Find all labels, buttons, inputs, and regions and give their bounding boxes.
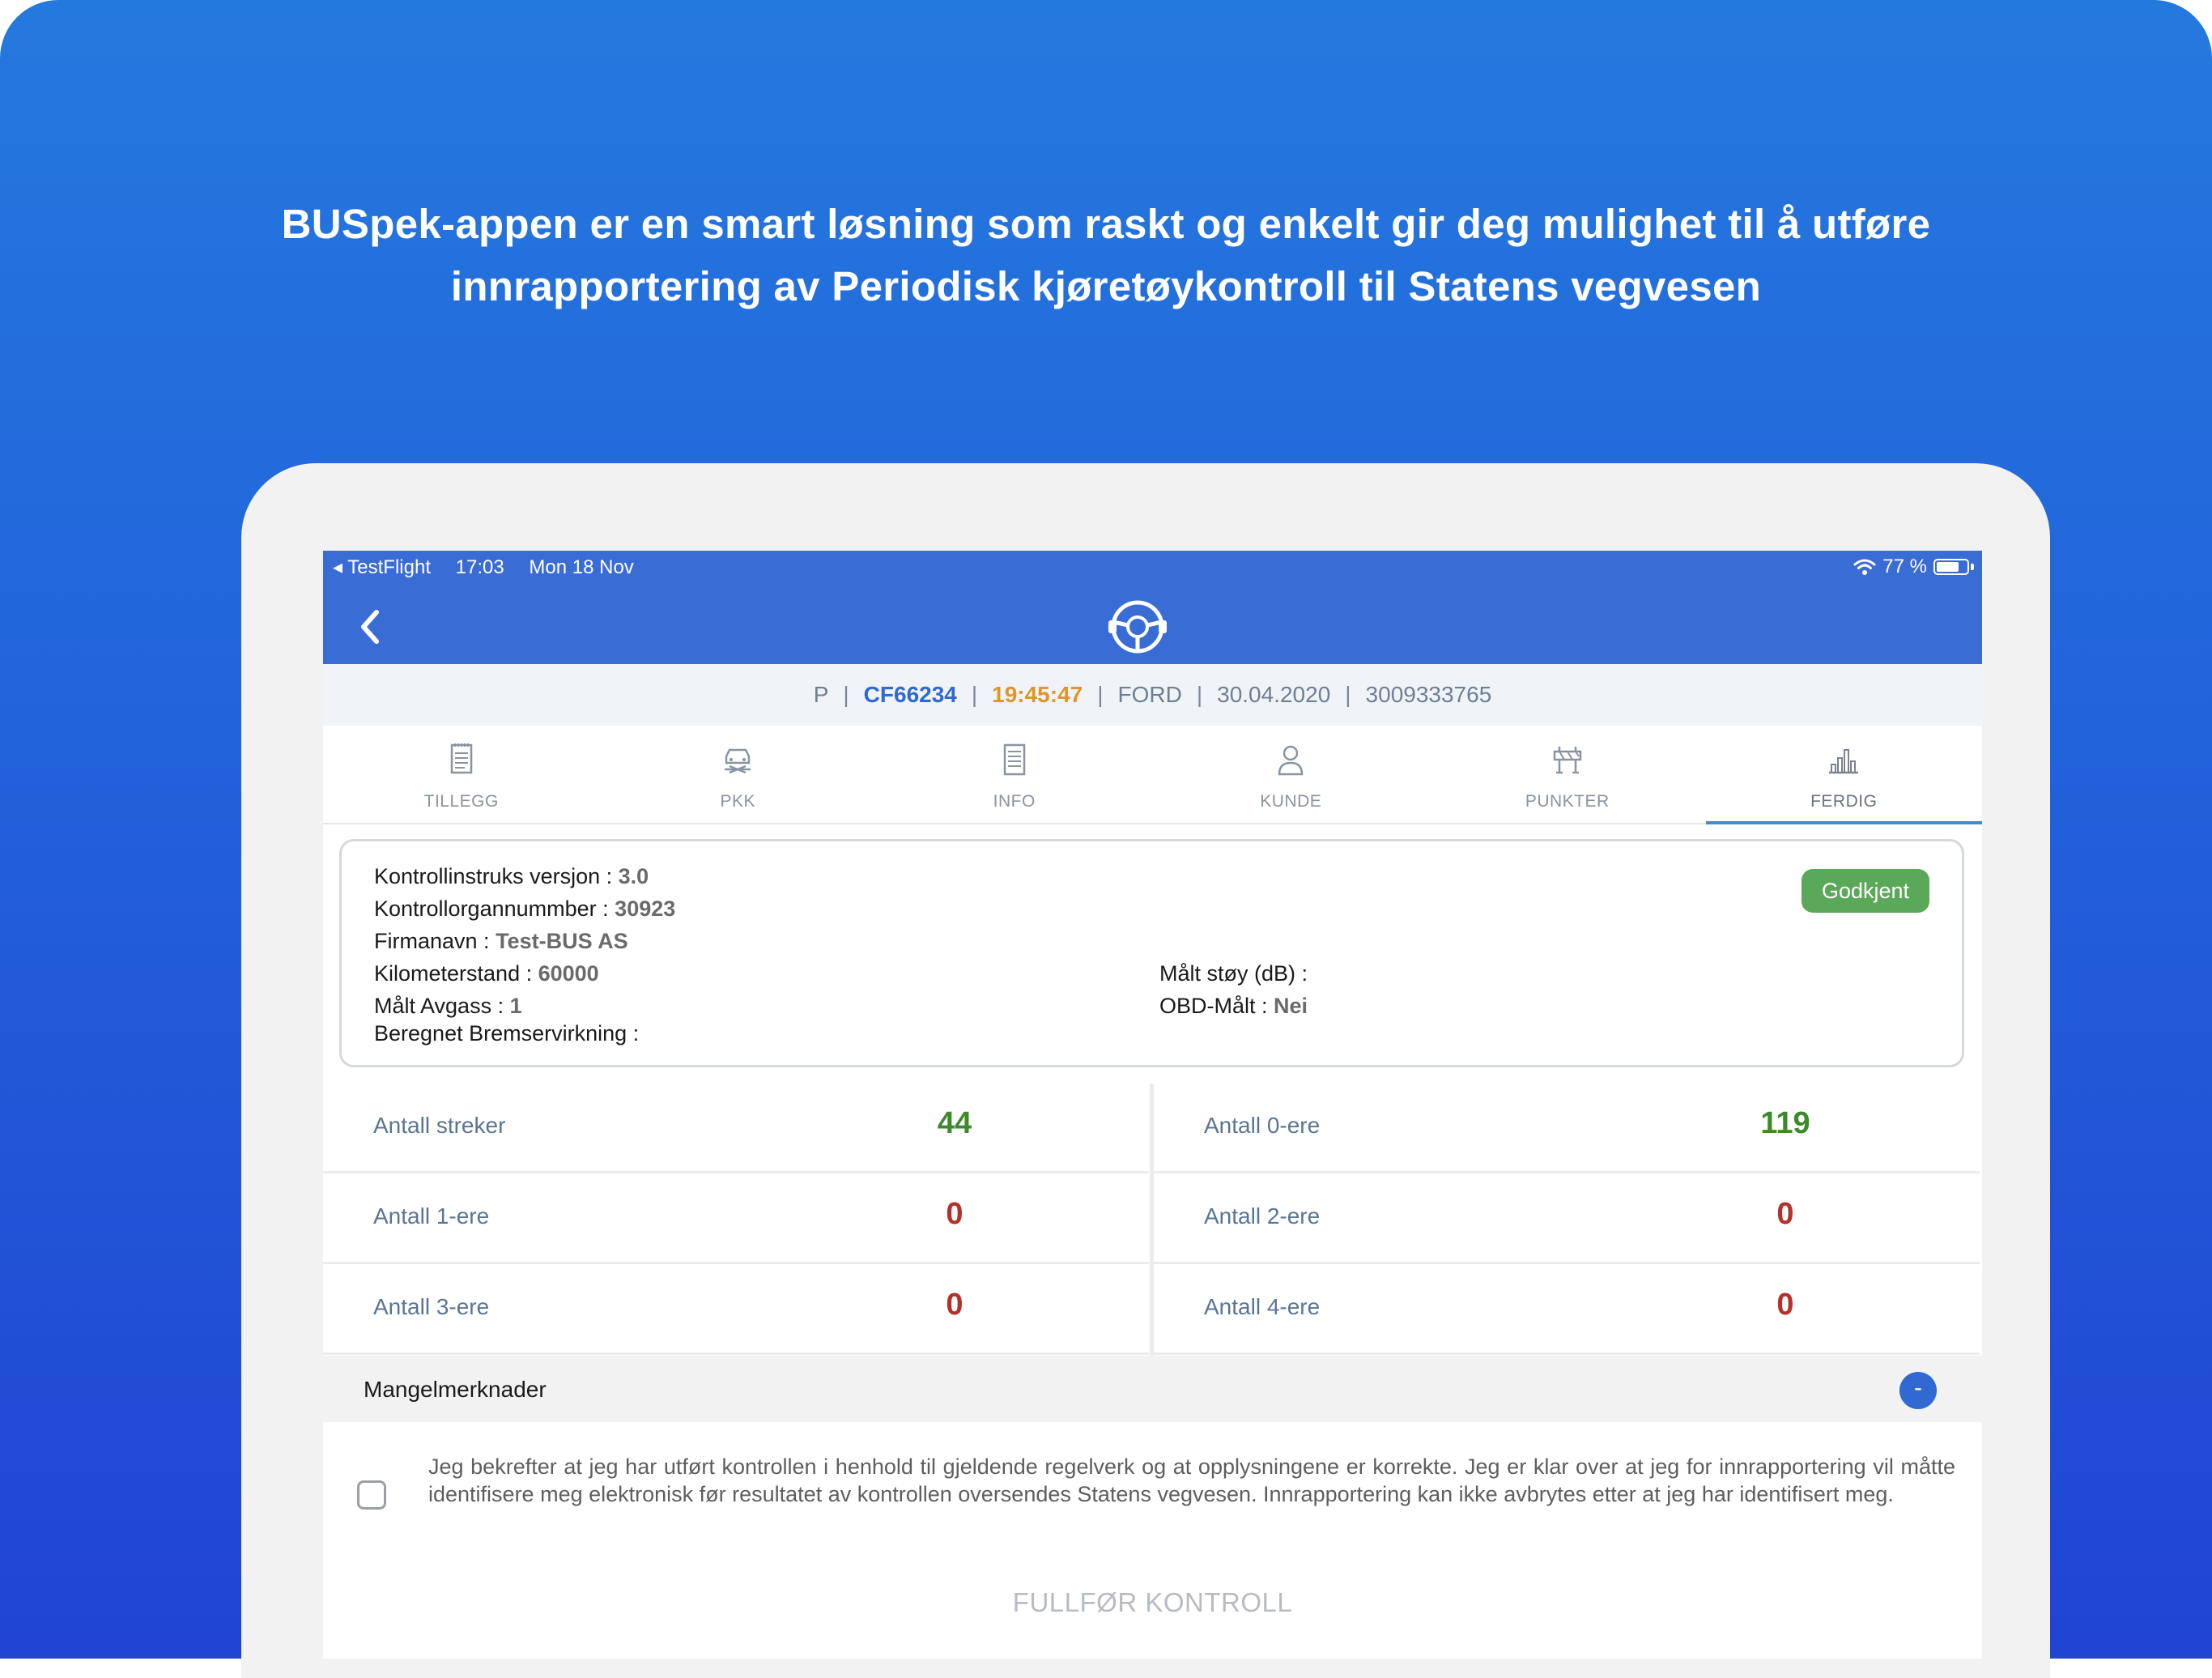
count-cell: Antall 4-ere 0 [1154,1265,1980,1355]
count-label: Antall 3-ere [373,1294,490,1319]
collapse-button[interactable]: - [1899,1372,1937,1409]
obd-value: Nei [1274,994,1308,1018]
bar-chart-icon [1829,749,1859,774]
mangelmerknader-title: Mangelmerknader [364,1377,547,1402]
stoy-row: Målt støy (dB) : [1159,961,1308,986]
count-label: Antall 4-ere [1204,1294,1321,1319]
km-label: Kilometerstand : [374,961,533,986]
app-header: ◂ TestFlight 17:03 Mon 18 Nov 77 % [323,551,1982,664]
stoy-label: Målt støy (dB) : [1159,961,1308,986]
tab-label: PKK [720,792,756,811]
instruks-value: 3.0 [618,864,649,888]
separator: | [1097,682,1104,707]
battery-icon [1933,559,1969,575]
firma-value: Test-BUS AS [496,929,628,953]
separator: | [843,682,849,707]
tab-ferdig[interactable]: FERDIG [1705,726,1983,824]
tab-bar: TILLEGG PKK INFO KUNDE PUNKTER FERDIG [323,726,1982,824]
info-document-icon [1003,743,1025,776]
battery-percent: 77 % [1882,556,1927,577]
confirmation-text: Jeg bekrefter at jeg har utført kontroll… [428,1454,1955,1506]
separator: | [971,682,978,707]
car-wrench-icon [725,748,751,774]
mangelmerknader-header[interactable]: Mangelmerknader - [323,1356,1982,1422]
timer: 19:45:47 [992,682,1083,707]
tab-kunde[interactable]: KUNDE [1153,726,1430,823]
count-value: 0 [946,1197,963,1231]
count-cell: Antall 1-ere 0 [323,1174,1149,1264]
vehicle-type: P [813,682,829,707]
organ-row: Kontrollorgannummber : 30923 [374,896,675,922]
avgass-row: Målt Avgass : 1 [374,994,522,1019]
avgass-value: 1 [509,994,522,1018]
vehicle-make: FORD [1117,682,1182,707]
organ-value: 30923 [615,896,676,921]
license-plate: CF66234 [863,682,957,707]
barrier-icon [1553,747,1581,774]
count-value: 0 [1776,1288,1794,1322]
brems-label: Beregnet Bremservirkning : [374,1021,640,1046]
count-value: 0 [946,1288,963,1322]
promo-headline: BUSpek-appen er en smart løsning som ras… [243,193,1969,317]
tab-pkk[interactable]: PKK [600,726,877,823]
brems-row: Beregnet Bremservirkning : [374,1021,639,1046]
finish-inspection-button[interactable]: FULLFØR KONTROLL [323,1587,1982,1618]
battery-nub [1971,564,1974,570]
status-time: 17:03 [455,556,504,578]
tab-label: TILLEGG [423,792,499,811]
separator: | [1196,682,1203,707]
summary-card: Kontrollinstruks versjon : 3.0 Kontrollo… [339,839,1964,1067]
firma-label: Firmanavn : [374,929,490,953]
back-chevron-icon[interactable] [354,603,386,651]
count-value: 0 [1776,1197,1794,1231]
app-screen: ◂ TestFlight 17:03 Mon 18 Nov 77 % P | C… [323,551,1982,1659]
km-value: 60000 [538,961,599,986]
status-bar: ◂ TestFlight 17:03 Mon 18 Nov 77 % [323,551,1982,583]
tab-label: KUNDE [1260,792,1322,811]
organ-label: Kontrollorgannummber : [374,896,609,921]
inspection-date: 30.04.2020 [1217,682,1331,707]
confirm-checkbox[interactable] [357,1480,386,1510]
status-back-app[interactable]: ◂ TestFlight [333,556,431,578]
tab-label: INFO [993,792,1036,811]
status-date: Mon 18 Nov [529,556,634,578]
count-value: 44 [937,1106,972,1140]
separator: | [1345,682,1351,707]
count-cell: Antall 3-ere 0 [323,1265,1149,1355]
count-label: Antall 1-ere [373,1203,490,1229]
obd-label: OBD-Målt : [1159,994,1268,1018]
vehicle-info-bar: P | CF66234 | 19:45:47 | FORD | 30.04.20… [323,664,1982,726]
count-label: Antall streker [373,1113,506,1138]
count-value: 119 [1760,1106,1810,1140]
document-icon [450,743,472,774]
count-cell: Antall 2-ere 0 [1154,1174,1980,1264]
grid-divider [1150,1084,1154,1356]
instruks-label: Kontrollinstruks versjon : [374,864,613,888]
count-label: Antall 2-ere [1204,1203,1321,1229]
count-label: Antall 0-ere [1204,1113,1321,1138]
count-cell: Antall streker 44 [323,1084,1149,1173]
instruks-row: Kontrollinstruks versjon : 3.0 [374,864,649,889]
tab-info[interactable]: INFO [876,726,1153,823]
wifi-icon [1853,559,1876,575]
status-badge: Godkjent [1802,869,1929,913]
person-icon [1278,745,1304,776]
headline-line-1: BUSpek-appen er en smart løsning som ras… [281,201,1931,247]
bus-steering-wheel-logo-icon [1108,600,1167,654]
obd-row: OBD-Målt : Nei [1159,994,1308,1019]
km-row: Kilometerstand : 60000 [374,961,599,986]
tab-label: PUNKTER [1525,792,1610,811]
firma-row: Firmanavn : Test-BUS AS [374,929,628,954]
headline-line-2: innrapportering av Periodisk kjøretøykon… [450,263,1762,309]
tab-label: FERDIG [1810,792,1878,811]
inspection-number: 3009333765 [1365,682,1492,707]
tab-tillegg[interactable]: TILLEGG [323,726,600,823]
avgass-label: Målt Avgass : [374,994,504,1018]
tab-punkter[interactable]: PUNKTER [1429,726,1706,823]
count-cell: Antall 0-ere 119 [1154,1084,1980,1173]
